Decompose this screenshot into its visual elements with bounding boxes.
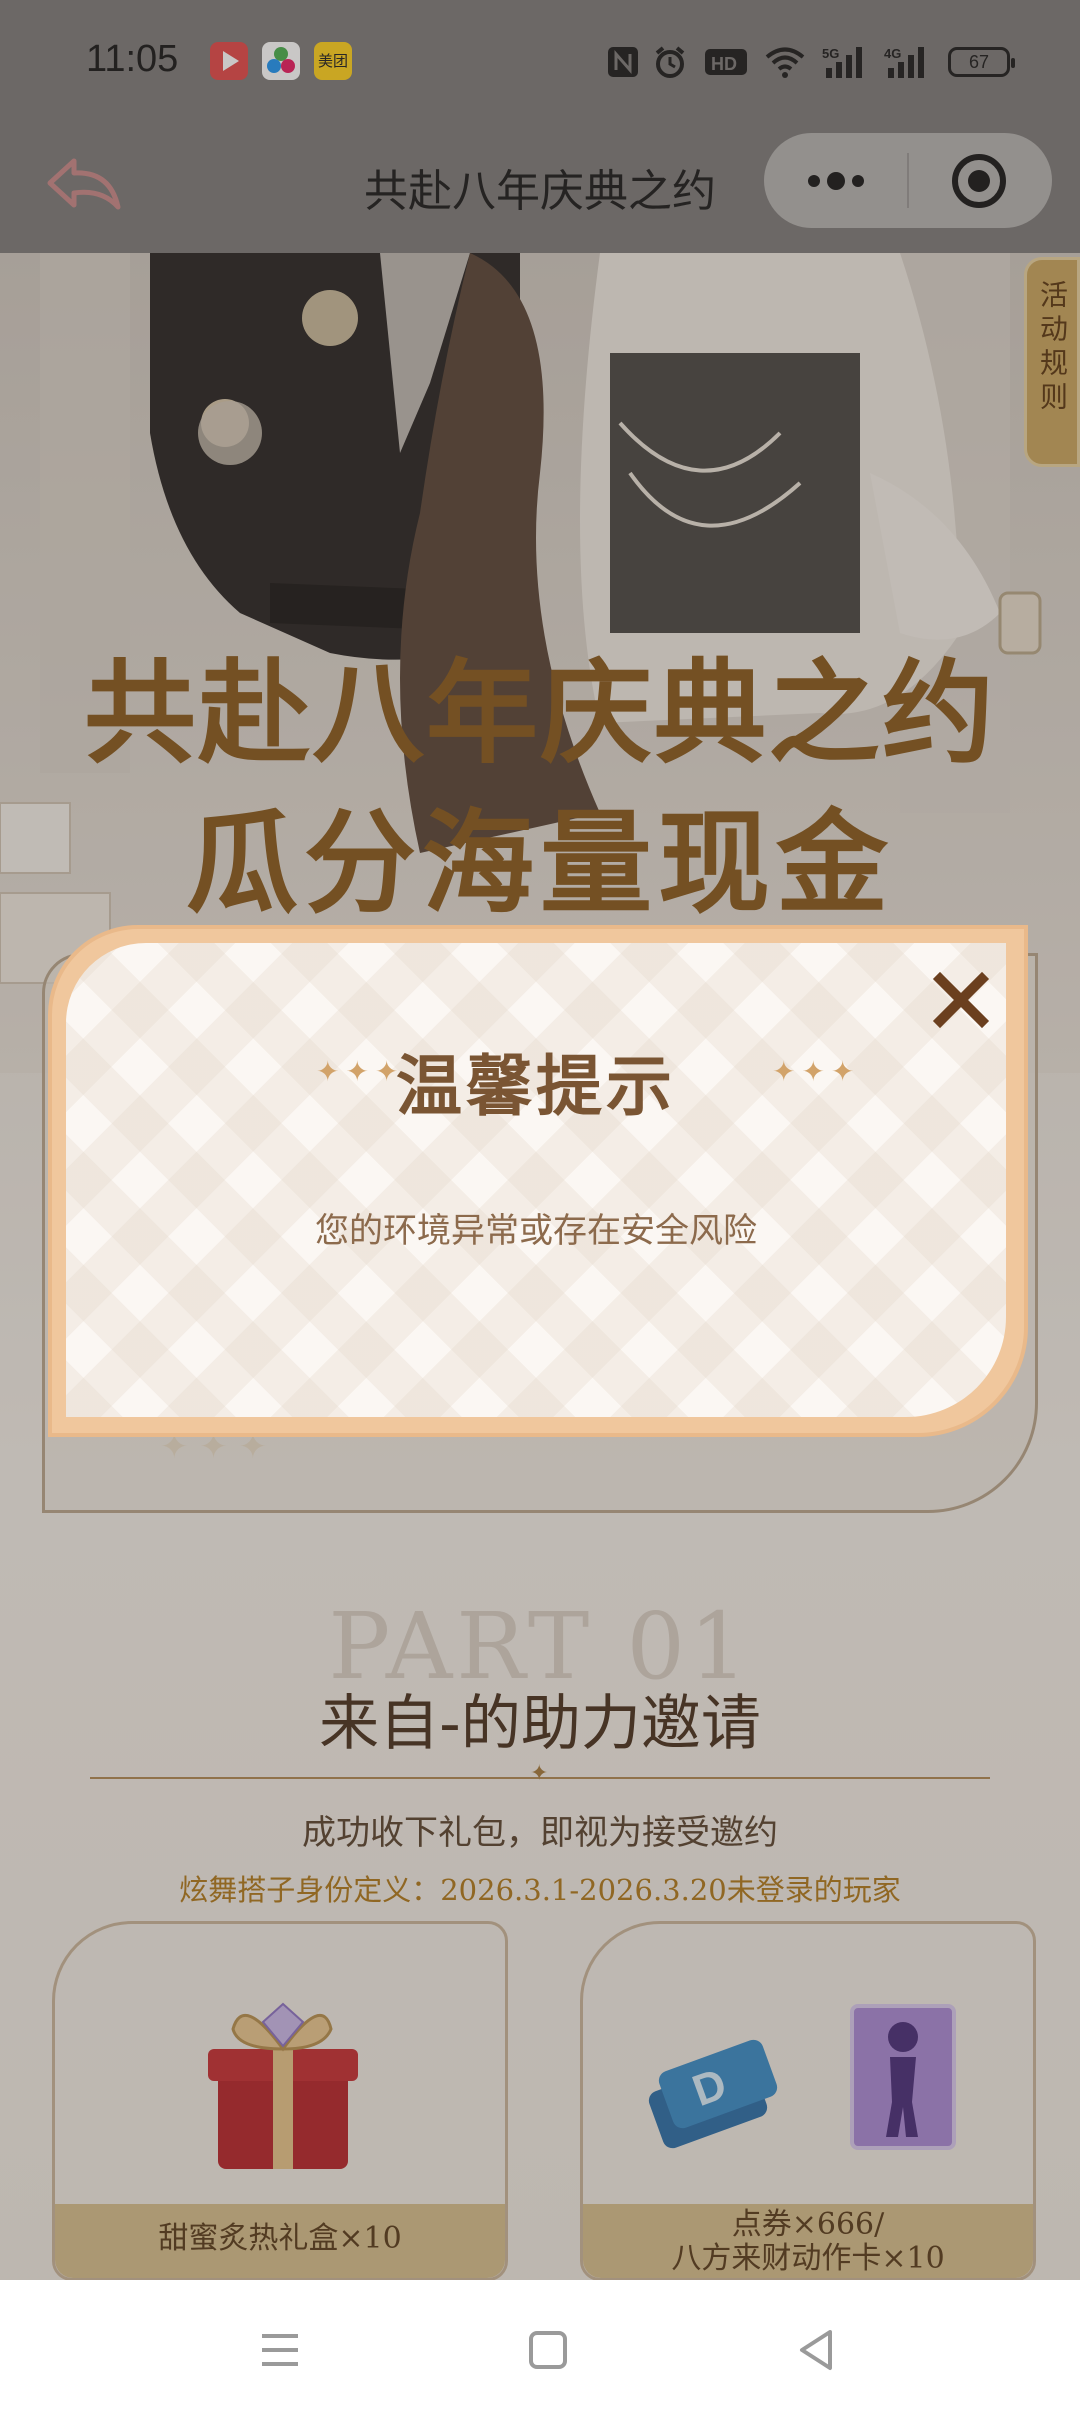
system-navigation-bar — [0, 2280, 1080, 2412]
back-icon[interactable] — [786, 2320, 846, 2380]
home-icon[interactable] — [518, 2320, 578, 2380]
warning-dialog: ✦✦✦ ✦✦✦ 温馨提示 您的环境异常或存在安全风险 — [48, 925, 1028, 1437]
dialog-title: 温馨提示 — [396, 1047, 676, 1125]
dialog-message: 您的环境异常或存在安全风险 — [315, 1211, 757, 1251]
dialog-close-icon[interactable] — [926, 965, 996, 1035]
menu-icon[interactable] — [250, 2320, 310, 2380]
dialog-body: ✦✦✦ ✦✦✦ 温馨提示 您的环境异常或存在安全风险 — [66, 943, 1006, 1417]
